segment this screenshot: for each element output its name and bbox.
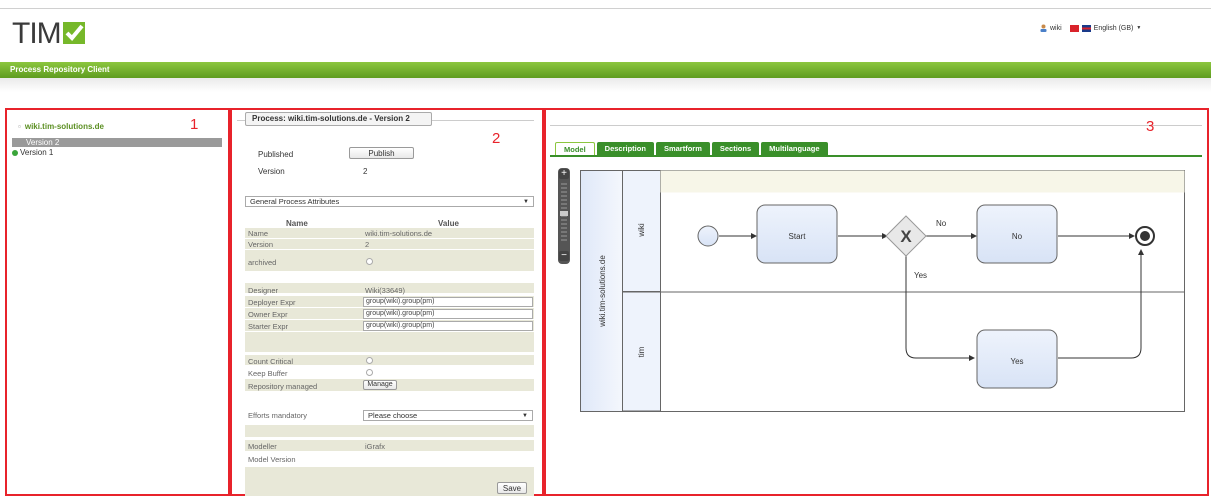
- publish-button[interactable]: Publish: [349, 147, 414, 159]
- efforts-label: Efforts mandatory: [248, 411, 308, 420]
- section-select-value: General Process Attributes: [250, 197, 340, 206]
- tab-sections[interactable]: Sections: [711, 142, 760, 155]
- start-event[interactable]: [697, 225, 719, 247]
- name-label: Name: [248, 229, 269, 238]
- bpmn-diagram[interactable]: wiki.tim-solutions.de wiki tim Start X N…: [580, 170, 1185, 412]
- language-dropdown-icon[interactable]: ▼: [1136, 25, 1141, 31]
- zoom-slider[interactable]: + −: [558, 168, 570, 264]
- modeller-value: iGrafx: [365, 442, 386, 451]
- username-link[interactable]: wiki: [1050, 25, 1062, 32]
- tree-root-label: wiki.tim-solutions.de: [24, 122, 104, 131]
- select-arrow-icon: ▼: [523, 199, 529, 205]
- tab-smartform[interactable]: Smartform: [655, 142, 710, 155]
- starter-label: Starter Expr: [248, 322, 289, 331]
- count-critical-checkbox[interactable]: [366, 357, 373, 364]
- edge-label-yes: Yes: [914, 271, 927, 280]
- tree-item-version-1[interactable]: Version 1: [12, 148, 53, 157]
- table-row: [245, 467, 534, 496]
- designer-value: Wiki(33649): [365, 286, 406, 295]
- archived-label: archived: [248, 258, 277, 267]
- tab-model[interactable]: Model: [555, 142, 595, 155]
- app-title: Process Repository Client: [10, 65, 110, 74]
- tree-root-node[interactable]: ▫ wiki.tim-solutions.de: [18, 122, 104, 131]
- keep-buffer-checkbox[interactable]: [366, 369, 373, 376]
- zoom-handle[interactable]: [560, 211, 568, 216]
- model-version-label: Model Version: [248, 455, 296, 464]
- repo-managed-label: Repository managed: [248, 382, 318, 391]
- zoom-out-icon[interactable]: −: [559, 251, 569, 261]
- logo-checkmark-icon: [62, 22, 85, 44]
- app-title-bar: [0, 62, 1211, 78]
- keep-buffer-label: Keep Buffer: [248, 369, 288, 378]
- save-button[interactable]: Save: [497, 482, 527, 494]
- name-value: wiki.tim-solutions.de: [365, 229, 433, 238]
- task-start-label: Start: [789, 232, 807, 241]
- panel-1-version-tree: [5, 108, 230, 496]
- zoom-in-icon[interactable]: +: [559, 169, 569, 179]
- tab-underline: [550, 155, 1202, 157]
- version-label: Version: [258, 167, 285, 176]
- title-bar-shadow: [0, 78, 1211, 92]
- gateway-x-icon: X: [900, 227, 912, 246]
- deployer-label: Deployer Expr: [248, 298, 296, 307]
- tim-logo: TIM: [12, 18, 85, 50]
- pool-label: wiki.tim-solutions.de: [598, 255, 607, 328]
- logo-text: TIM: [12, 17, 62, 50]
- attr-version-label: Version: [248, 240, 274, 249]
- annotation-2: 2: [492, 130, 501, 147]
- annotation-1: 1: [190, 116, 199, 133]
- lane-label-wiki: wiki: [637, 223, 646, 238]
- task-no-label: No: [1012, 232, 1023, 241]
- deployer-expr-input[interactable]: group(wiki).group(pm): [363, 297, 533, 307]
- table-row: [245, 332, 534, 352]
- tree-item-label: Version 1: [20, 148, 54, 157]
- user-area: wiki English (GB) ▼: [1040, 24, 1141, 32]
- lane-label-tim: tim: [637, 346, 646, 357]
- edge-label-no: No: [936, 219, 947, 228]
- archived-checkbox[interactable]: [366, 258, 373, 265]
- pool-border: [580, 170, 1185, 412]
- published-label: Published: [258, 150, 294, 159]
- language-select[interactable]: English (GB): [1094, 25, 1134, 32]
- count-critical-label: Count Critical: [248, 357, 294, 366]
- process-legend: Process: wiki.tim-solutions.de - Version…: [245, 112, 432, 126]
- model-tabs: Model Description Smartform Sections Mul…: [555, 142, 828, 155]
- logout-icon[interactable]: [1069, 24, 1079, 32]
- user-icon: [1040, 24, 1047, 32]
- designer-label: Designer: [248, 286, 279, 295]
- select-arrow-icon: ▼: [522, 413, 528, 419]
- section-select[interactable]: General Process Attributes ▼: [245, 196, 534, 207]
- starter-expr-input[interactable]: group(wiki).group(pm): [363, 321, 533, 331]
- top-divider: [0, 8, 1211, 9]
- published-status-icon: [12, 149, 18, 156]
- tree-item-version-2[interactable]: Version 2: [12, 138, 222, 147]
- uk-flag-icon: [1081, 24, 1091, 32]
- table-row: [245, 440, 534, 451]
- modeller-label: Modeller: [248, 442, 277, 451]
- efforts-select-value: Please choose: [368, 411, 418, 420]
- lane-highlight: [660, 170, 1185, 193]
- zoom-track[interactable]: [560, 183, 568, 243]
- col-value-header: Value: [438, 219, 459, 228]
- manage-button[interactable]: Manage: [363, 380, 397, 390]
- owner-label: Owner Expr: [248, 310, 288, 319]
- tab-description[interactable]: Description: [596, 142, 654, 155]
- tab-multilanguage[interactable]: Multilanguage: [761, 142, 828, 155]
- tree-collapse-icon[interactable]: ▫: [18, 122, 21, 131]
- annotation-3: 3: [1146, 118, 1155, 135]
- table-row: [245, 250, 534, 271]
- end-event-fill: [1140, 231, 1150, 241]
- tree-item-label: Version 2: [26, 138, 60, 147]
- table-row: [245, 239, 534, 249]
- efforts-select[interactable]: Please choose ▼: [363, 410, 533, 421]
- table-row: [245, 425, 534, 437]
- task-yes-label: Yes: [1010, 357, 1023, 366]
- panel-3-divider: [550, 125, 1202, 126]
- owner-expr-input[interactable]: group(wiki).group(pm): [363, 309, 533, 319]
- version-value: 2: [363, 167, 368, 176]
- col-name-header: Name: [286, 219, 308, 228]
- attr-version-value: 2: [365, 240, 370, 249]
